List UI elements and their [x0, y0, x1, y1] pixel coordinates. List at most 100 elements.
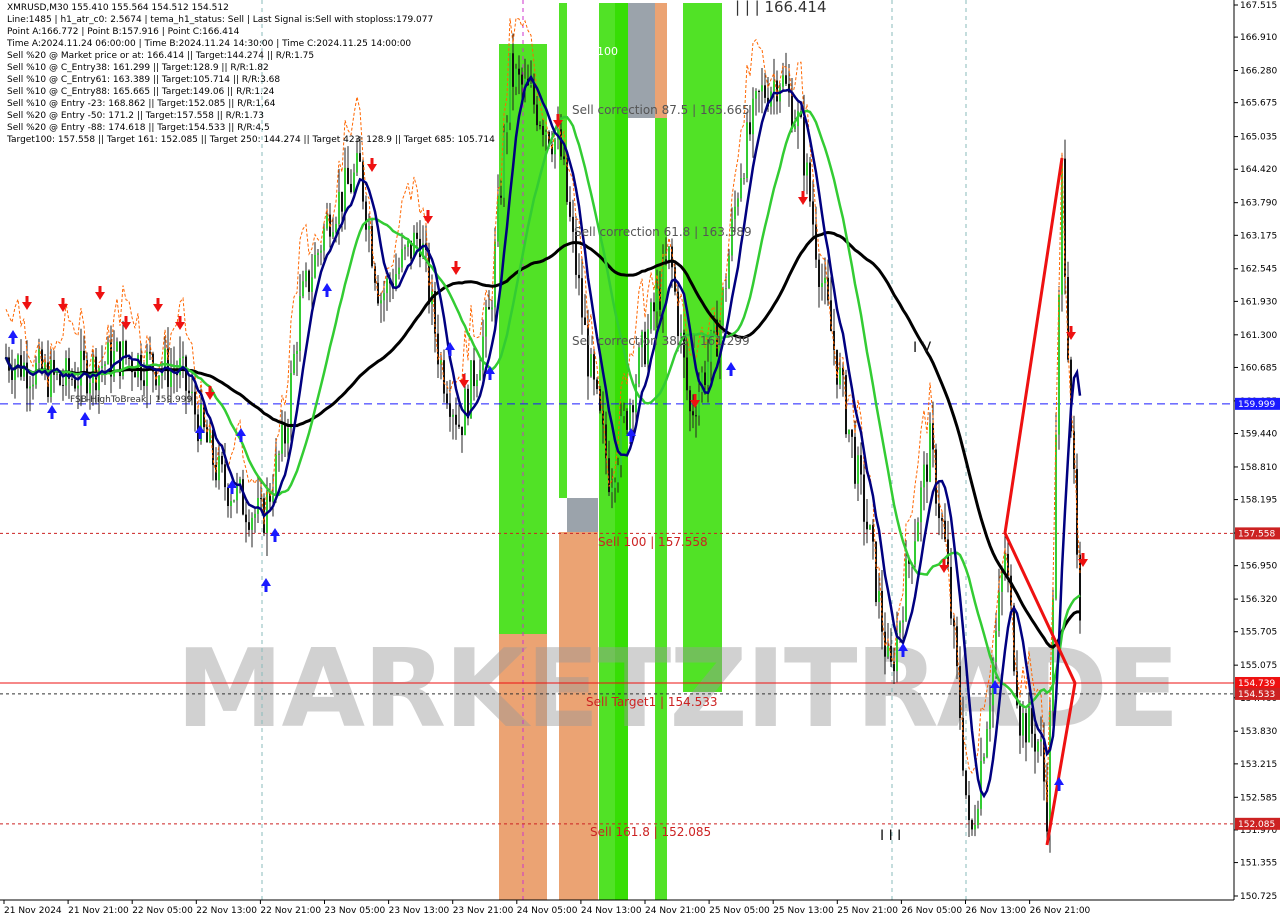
candle-body — [281, 424, 283, 454]
watermark-text: MARKETZITRADE — [176, 627, 1178, 752]
candle-body — [629, 405, 631, 430]
candle-body — [41, 349, 43, 372]
time-tick-label: 25 Nov 13:00 — [773, 906, 834, 916]
candle-body — [728, 255, 730, 289]
info-line: Sell %20 @ Entry -50: 171.2 || Target:15… — [7, 111, 265, 121]
candle-body — [1037, 741, 1039, 752]
candle-body — [158, 375, 160, 386]
chart-area[interactable]: MARKETZITRADE Sell 100 | 157.558 Sell Tar… — [0, 0, 1280, 920]
candle-body — [317, 252, 319, 256]
candle-body — [347, 167, 349, 184]
candle-body — [29, 386, 31, 389]
candle-body — [503, 132, 505, 198]
candle-body — [89, 382, 91, 394]
candle-body — [59, 373, 61, 385]
candle-body — [71, 378, 73, 380]
candle-body — [257, 498, 259, 514]
candle-body — [479, 370, 481, 381]
candle-body — [749, 122, 751, 135]
candle-body — [506, 122, 508, 133]
candle-body — [857, 455, 859, 484]
candle-body — [947, 539, 949, 567]
candle-body — [107, 342, 109, 365]
candle-body — [779, 86, 781, 102]
candle-body — [809, 162, 811, 202]
candle-body — [593, 354, 595, 380]
price-tick-label: 153.830 — [1240, 727, 1277, 737]
candle-body — [902, 620, 904, 623]
candle-body — [743, 178, 745, 180]
candle-body — [50, 359, 52, 397]
candle-body — [332, 232, 334, 237]
candle-body — [698, 391, 700, 416]
candle-body — [221, 455, 223, 465]
candle-body — [224, 464, 226, 488]
candle-body — [707, 361, 709, 385]
candle-body — [287, 428, 289, 444]
time-tick-label: 24 Nov 05:00 — [517, 906, 578, 916]
price-tag-label: 152.085 — [1238, 820, 1275, 830]
candle-body — [302, 281, 304, 297]
candle-body — [230, 501, 232, 507]
candle-body — [428, 249, 430, 305]
candle-body — [974, 825, 976, 830]
zone-band — [567, 498, 598, 532]
candle-body — [455, 414, 457, 425]
candle-body — [614, 482, 616, 488]
time-tick-label: 23 Nov 05:00 — [325, 906, 386, 916]
candle-body — [569, 201, 571, 217]
candle-body — [293, 353, 295, 374]
chart-annotation: FSB-HighToBreak | 159.999 — [70, 395, 192, 405]
candle-body — [365, 201, 367, 230]
candle-body — [473, 360, 475, 387]
price-tick-label: 150.725 — [1240, 892, 1277, 902]
candle-body — [824, 277, 826, 284]
candle-body — [818, 259, 820, 287]
candle-body — [746, 122, 748, 179]
candle-body — [311, 277, 313, 292]
candle-body — [149, 351, 151, 354]
level-label: Sell correction 87.5 | 165.665 — [572, 103, 750, 117]
candle-body — [188, 390, 190, 394]
candle-body — [26, 362, 28, 389]
candle-body — [104, 364, 106, 367]
candle-body — [32, 384, 34, 387]
candle-body — [341, 191, 343, 212]
candle-body — [530, 84, 532, 86]
candle-body — [398, 267, 400, 275]
candle-body — [887, 645, 889, 657]
time-tick-label: 21 Nov 21:00 — [68, 906, 129, 916]
candle-body — [275, 455, 277, 497]
candle-body — [542, 125, 544, 135]
candle-body — [989, 705, 991, 730]
candle-body — [533, 84, 535, 105]
candle-body — [80, 350, 82, 386]
candle-body — [404, 246, 406, 250]
candle-body — [596, 379, 598, 390]
price-tick-label: 163.790 — [1240, 199, 1277, 209]
candle-body — [617, 465, 619, 483]
zone-band — [628, 3, 655, 118]
candle-body — [383, 293, 385, 301]
candle-body — [794, 126, 796, 130]
price-tag-label: 154.533 — [1238, 690, 1275, 700]
candle-body — [668, 246, 670, 261]
price-tick-label: 165.675 — [1240, 99, 1277, 109]
candle-body — [500, 195, 502, 198]
candle-body — [338, 191, 340, 224]
candle-body — [740, 178, 742, 199]
price-tick-label: 161.930 — [1240, 297, 1277, 307]
time-tick-label: 23 Nov 21:00 — [453, 906, 514, 916]
info-line: Point A:166.772 | Point B:157.916 | Poin… — [7, 27, 240, 37]
candle-body — [662, 259, 664, 310]
candle-body — [83, 350, 85, 361]
candle-body — [482, 336, 484, 371]
price-tick-label: 158.195 — [1240, 496, 1277, 506]
candle-body — [326, 214, 328, 229]
candle-body — [521, 74, 523, 85]
candle-body — [590, 354, 592, 377]
candle-body — [485, 306, 487, 337]
candle-body — [854, 436, 856, 484]
candle-body — [239, 479, 241, 484]
candle-body — [1028, 708, 1030, 743]
